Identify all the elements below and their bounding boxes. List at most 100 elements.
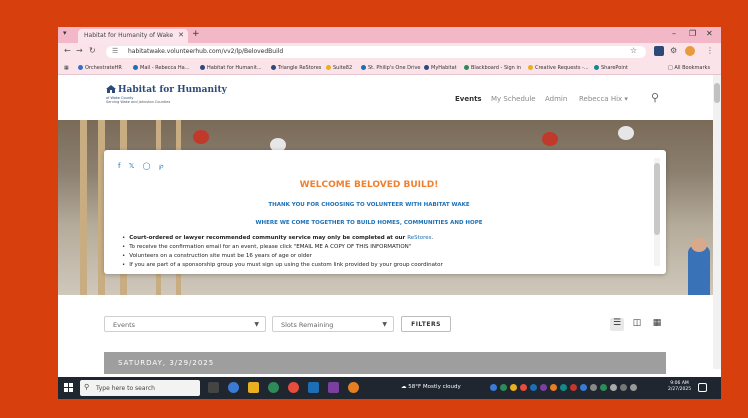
facebook-icon[interactable]: f	[118, 162, 123, 170]
list-item: Court-ordered or lawyer recommended comm…	[122, 234, 632, 243]
new-tab-icon[interactable]: +	[192, 29, 200, 39]
outlook-icon[interactable]	[308, 382, 319, 393]
nav-admin[interactable]: Admin	[545, 95, 567, 103]
browser-menu-icon[interactable]: ⋮	[706, 46, 714, 55]
tray-icon[interactable]	[490, 384, 497, 391]
habitat-logo[interactable]: Habitat for Humanity of Wake County Serv…	[106, 85, 227, 104]
tab-search-icon[interactable]: ▾	[63, 29, 73, 39]
chevron-down-icon: ▼	[382, 321, 387, 328]
minimize-icon[interactable]: –	[672, 29, 676, 38]
tray-icon[interactable]	[600, 384, 607, 391]
bookmark-item[interactable]: Triangle ReStores	[271, 65, 321, 71]
card-scrollbar-thumb[interactable]	[654, 163, 660, 235]
apps-grid-icon[interactable]: ▦	[64, 65, 69, 71]
windows-start-icon[interactable]	[64, 383, 73, 392]
card-scrollbar[interactable]	[654, 158, 660, 266]
logo-title: Habitat for Humanity	[118, 85, 227, 95]
site-info-icon[interactable]: ☰	[112, 47, 118, 55]
taskbar-clock[interactable]: 9:06 AM 2/27/2025	[668, 381, 691, 393]
tray-icon[interactable]	[610, 384, 617, 391]
url-text: habitatwake.volunteerhub.com/vv2/lp/Belo…	[128, 48, 284, 55]
tray-icon[interactable]	[580, 384, 587, 391]
back-icon[interactable]: ←	[64, 46, 71, 55]
close-tab-icon[interactable]: ✕	[178, 31, 184, 39]
bookmark-item[interactable]: MyHabitat	[424, 65, 457, 71]
restores-link[interactable]: ReStores	[407, 235, 431, 241]
bookmark-item[interactable]: Mail - Rebecca Ha...	[133, 65, 189, 71]
search-icon: ⚲	[84, 383, 90, 391]
forward-icon[interactable]: →	[76, 46, 83, 55]
filters-button[interactable]: FILTERS	[401, 316, 451, 332]
bookmark-item[interactable]: Creative Requests -...	[528, 65, 589, 71]
bookmark-favicon-icon	[326, 65, 331, 70]
page-scrollbar[interactable]	[713, 75, 721, 369]
file-explorer-icon[interactable]	[248, 382, 259, 393]
welcome-heading: WELCOME BELOVED BUILD!	[299, 180, 439, 190]
nav-my-schedule[interactable]: My Schedule	[491, 95, 536, 103]
windows-taskbar: ⚲ Type here to search ☁ 58°F Mostly clou…	[58, 377, 721, 399]
bookmark-item[interactable]: St. Philip's One Drive	[361, 65, 421, 71]
slots-remaining-select[interactable]: Slots Remaining ▼	[272, 316, 394, 332]
task-view-icon[interactable]	[208, 382, 219, 393]
maximize-icon[interactable]: ❐	[689, 29, 696, 38]
weather-widget[interactable]: ☁ 58°F Mostly cloudy	[401, 384, 461, 390]
teams-icon[interactable]	[328, 382, 339, 393]
taskbar-search-input[interactable]: ⚲ Type here to search	[80, 380, 200, 396]
list-view-icon[interactable]: ☰	[610, 318, 624, 331]
bookmark-favicon-icon	[361, 65, 366, 70]
bookmark-favicon-icon	[424, 65, 429, 70]
calendar-view-icon[interactable]: ▦	[650, 318, 664, 331]
screen: ▾ Habitat for Humanity of Wake ✕ + – ❐ ✕…	[58, 27, 721, 399]
habitat-house-icon	[106, 85, 116, 93]
tray-icon[interactable]	[550, 384, 557, 391]
list-item: To receive the confirmation email for an…	[122, 243, 632, 252]
volume-icon[interactable]	[630, 384, 637, 391]
scrollbar-thumb[interactable]	[714, 83, 720, 103]
nav-user-menu[interactable]: Rebecca Hix ▾	[579, 95, 628, 103]
bookmark-favicon-icon	[200, 65, 205, 70]
close-window-icon[interactable]: ✕	[706, 29, 713, 38]
tab-title: Habitat for Humanity of Wake	[84, 32, 174, 39]
events-select[interactable]: Events ▼	[104, 316, 266, 332]
bookmark-item[interactable]: SharePoint	[594, 65, 628, 71]
chrome-icon[interactable]	[288, 382, 299, 393]
tray-icon[interactable]	[590, 384, 597, 391]
tray-icon[interactable]	[560, 384, 567, 391]
map-view-icon[interactable]: ◫	[630, 318, 644, 331]
browser-tab[interactable]: Habitat for Humanity of Wake ✕	[78, 29, 188, 43]
url-input[interactable]: ☰ habitatwake.volunteerhub.com/vv2/lp/Be…	[106, 46, 646, 58]
bookmark-item[interactable]: Suite82	[326, 65, 352, 71]
tray-icon[interactable]	[510, 384, 517, 391]
bookmark-item[interactable]: OrchestrateHR	[78, 65, 122, 71]
tray-icon[interactable]	[530, 384, 537, 391]
pinterest-icon[interactable]: ℘	[159, 162, 167, 170]
reload-icon[interactable]: ↻	[89, 46, 96, 55]
bookmark-star-icon[interactable]: ☆	[630, 46, 637, 55]
extensions-puzzle-icon[interactable]: ⚙	[670, 46, 677, 55]
info-list: Court-ordered or lawyer recommended comm…	[122, 234, 632, 270]
instagram-icon[interactable]: ◯	[143, 162, 154, 170]
address-bar-row: ← → ↻ ☰ habitatwake.volunteerhub.com/vv2…	[58, 43, 721, 61]
social-links: f 𝕏 ◯ ℘	[118, 162, 167, 170]
app-icon[interactable]	[228, 382, 239, 393]
tray-icon[interactable]	[570, 384, 577, 391]
bookmark-item[interactable]: Habitat for Humanit...	[200, 65, 262, 71]
browser-tab-bar: ▾ Habitat for Humanity of Wake ✕ + – ❐ ✕	[58, 27, 721, 43]
nav-events[interactable]: Events	[455, 95, 482, 103]
orange-frame: ▾ Habitat for Humanity of Wake ✕ + – ❐ ✕…	[0, 0, 748, 418]
tray-icon[interactable]	[540, 384, 547, 391]
all-bookmarks[interactable]: □ All Bookmarks	[668, 65, 710, 71]
wifi-icon[interactable]	[620, 384, 627, 391]
firefox-icon[interactable]	[348, 382, 359, 393]
tray-icon[interactable]	[500, 384, 507, 391]
x-twitter-icon[interactable]: 𝕏	[129, 162, 138, 170]
clock-date: 2/27/2025	[668, 387, 692, 392]
tray-icon[interactable]	[520, 384, 527, 391]
profile-avatar-icon[interactable]	[685, 46, 695, 56]
extension-icon[interactable]	[654, 46, 664, 56]
edge-icon[interactable]	[268, 382, 279, 393]
search-icon[interactable]: ⚲	[651, 91, 659, 104]
welcome-card: f 𝕏 ◯ ℘ WELCOME BELOVED BUILD! THANK YOU…	[104, 150, 666, 274]
bookmark-item[interactable]: Blackboard - Sign in	[464, 65, 521, 71]
notifications-icon[interactable]	[698, 383, 707, 392]
